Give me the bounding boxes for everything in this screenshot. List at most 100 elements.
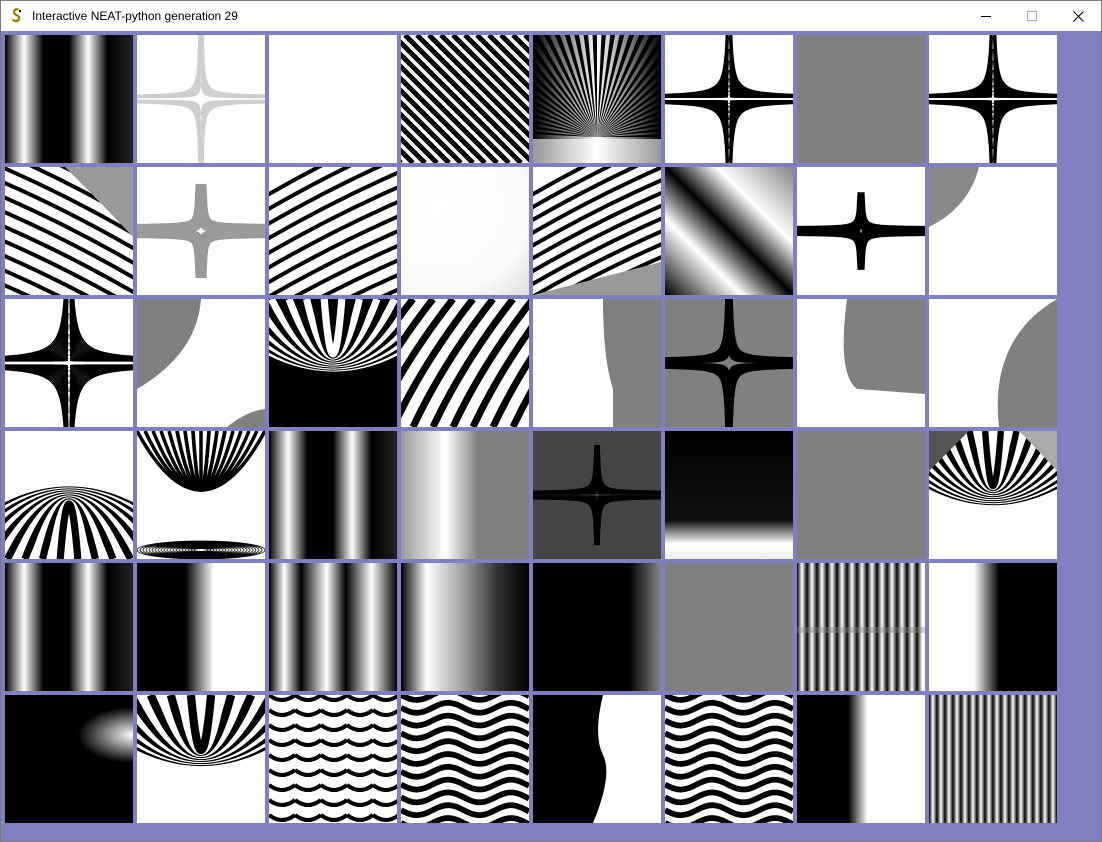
genome-pattern-image xyxy=(797,431,925,559)
genome-pattern-image xyxy=(665,35,793,163)
genome-thumbnail[interactable] xyxy=(665,431,793,559)
genome-thumbnail[interactable] xyxy=(797,563,925,691)
genome-thumbnail[interactable] xyxy=(929,35,1057,163)
genome-pattern-image xyxy=(269,695,397,823)
genome-thumbnail[interactable] xyxy=(533,167,661,295)
genome-pattern-image xyxy=(269,299,397,427)
genome-pattern-image xyxy=(929,35,1057,163)
genome-thumbnail[interactable] xyxy=(665,563,793,691)
genome-thumbnail[interactable] xyxy=(137,695,265,823)
genome-thumbnail[interactable] xyxy=(665,35,793,163)
maximize-icon xyxy=(1027,11,1037,21)
genome-pattern-image xyxy=(401,695,529,823)
maximize-button[interactable] xyxy=(1009,1,1055,31)
title-bar[interactable]: Interactive NEAT-python generation 29 xyxy=(1,1,1101,31)
minimize-button[interactable] xyxy=(963,1,1009,31)
close-button[interactable] xyxy=(1055,1,1101,31)
genome-pattern-image xyxy=(665,299,793,427)
genome-thumbnail[interactable] xyxy=(137,167,265,295)
genome-grid xyxy=(5,35,1057,823)
genome-pattern-image xyxy=(5,167,133,295)
genome-thumbnail[interactable] xyxy=(929,167,1057,295)
genome-thumbnail[interactable] xyxy=(137,431,265,559)
genome-pattern-image xyxy=(401,431,529,559)
minimize-icon xyxy=(981,16,991,17)
genome-pattern-image xyxy=(269,35,397,163)
genome-thumbnail[interactable] xyxy=(5,431,133,559)
genome-thumbnail[interactable] xyxy=(929,299,1057,427)
genome-pattern-image xyxy=(797,563,925,691)
genome-pattern-image xyxy=(137,167,265,295)
genome-thumbnail[interactable] xyxy=(797,299,925,427)
genome-thumbnail[interactable] xyxy=(401,695,529,823)
genome-pattern-image xyxy=(269,431,397,559)
genome-pattern-image xyxy=(797,299,925,427)
genome-thumbnail[interactable] xyxy=(929,563,1057,691)
genome-thumbnail[interactable] xyxy=(5,35,133,163)
genome-pattern-image xyxy=(797,35,925,163)
genome-pattern-image xyxy=(533,431,661,559)
genome-thumbnail[interactable] xyxy=(665,695,793,823)
genome-pattern-image xyxy=(5,431,133,559)
genome-pattern-image xyxy=(929,299,1057,427)
genome-pattern-image xyxy=(137,35,265,163)
genome-thumbnail[interactable] xyxy=(269,695,397,823)
genome-pattern-image xyxy=(929,563,1057,691)
genome-pattern-image xyxy=(533,299,661,427)
genome-thumbnail[interactable] xyxy=(533,431,661,559)
genome-pattern-image xyxy=(929,695,1057,823)
close-icon xyxy=(1072,10,1084,22)
genome-thumbnail[interactable] xyxy=(269,35,397,163)
genome-thumbnail[interactable] xyxy=(401,167,529,295)
genome-thumbnail[interactable] xyxy=(401,563,529,691)
genome-pattern-image xyxy=(269,167,397,295)
genome-thumbnail[interactable] xyxy=(797,167,925,295)
genome-pattern-image xyxy=(5,563,133,691)
genome-thumbnail[interactable] xyxy=(5,167,133,295)
genome-thumbnail[interactable] xyxy=(797,695,925,823)
genome-thumbnail[interactable] xyxy=(137,35,265,163)
genome-pattern-image xyxy=(929,431,1057,559)
genome-pattern-image xyxy=(137,563,265,691)
genome-pattern-image xyxy=(533,167,661,295)
genome-thumbnail[interactable] xyxy=(929,695,1057,823)
genome-pattern-image xyxy=(401,563,529,691)
genome-pattern-image xyxy=(929,167,1057,295)
genome-canvas xyxy=(1,31,1101,841)
genome-pattern-image xyxy=(401,299,529,427)
window-title: Interactive NEAT-python generation 29 xyxy=(32,9,238,23)
genome-thumbnail[interactable] xyxy=(137,563,265,691)
genome-thumbnail[interactable] xyxy=(797,35,925,163)
genome-thumbnail[interactable] xyxy=(533,35,661,163)
app-window: Interactive NEAT-python generation 29 xyxy=(0,0,1102,842)
genome-thumbnail[interactable] xyxy=(269,563,397,691)
genome-pattern-image xyxy=(533,35,661,163)
genome-pattern-image xyxy=(137,299,265,427)
genome-pattern-image xyxy=(5,695,133,823)
genome-pattern-image xyxy=(269,563,397,691)
genome-thumbnail[interactable] xyxy=(929,431,1057,559)
genome-thumbnail[interactable] xyxy=(269,299,397,427)
genome-thumbnail[interactable] xyxy=(269,167,397,295)
genome-pattern-image xyxy=(665,167,793,295)
genome-thumbnail[interactable] xyxy=(137,299,265,427)
genome-thumbnail[interactable] xyxy=(533,563,661,691)
pygame-snake-icon xyxy=(11,8,22,23)
genome-thumbnail[interactable] xyxy=(401,35,529,163)
genome-thumbnail[interactable] xyxy=(401,299,529,427)
genome-thumbnail[interactable] xyxy=(401,431,529,559)
genome-thumbnail[interactable] xyxy=(269,431,397,559)
genome-thumbnail[interactable] xyxy=(533,299,661,427)
genome-pattern-image xyxy=(665,563,793,691)
genome-thumbnail[interactable] xyxy=(665,167,793,295)
genome-thumbnail[interactable] xyxy=(5,563,133,691)
genome-thumbnail[interactable] xyxy=(5,299,133,427)
genome-pattern-image xyxy=(665,431,793,559)
genome-pattern-image xyxy=(401,167,529,295)
genome-thumbnail[interactable] xyxy=(665,299,793,427)
genome-thumbnail[interactable] xyxy=(797,431,925,559)
genome-thumbnail[interactable] xyxy=(533,695,661,823)
genome-pattern-image xyxy=(533,695,661,823)
genome-thumbnail[interactable] xyxy=(5,695,133,823)
genome-pattern-image xyxy=(665,695,793,823)
